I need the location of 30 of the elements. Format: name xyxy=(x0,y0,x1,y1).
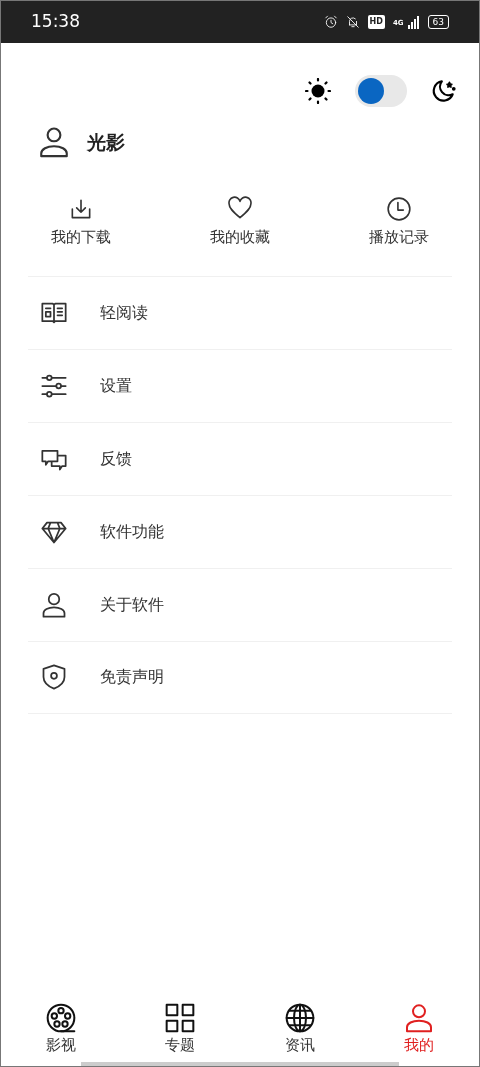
clock-icon xyxy=(385,196,412,222)
person-icon xyxy=(40,590,68,619)
grid-icon xyxy=(164,1001,197,1034)
alarm-icon xyxy=(323,15,338,29)
menu-item[interactable]: 轻阅读 xyxy=(28,275,452,349)
clock-time: 15:38 xyxy=(31,10,80,34)
sun-icon xyxy=(305,78,331,104)
menu-item[interactable]: 免责声明 xyxy=(28,640,452,714)
moon-icon xyxy=(431,78,457,104)
user-name: 光影 xyxy=(87,129,125,155)
film-reel-icon xyxy=(44,1001,77,1034)
globe-icon xyxy=(283,1001,316,1034)
quick-action-button[interactable]: 播放记录 xyxy=(319,195,479,250)
user-avatar-icon xyxy=(37,125,71,159)
nav-tab[interactable]: 我的 xyxy=(359,1001,479,1056)
quick-action-button[interactable]: 我的收藏 xyxy=(160,195,320,250)
muted-bell-icon xyxy=(345,15,360,29)
menu-item[interactable]: 设置 xyxy=(28,348,452,422)
theme-switch[interactable] xyxy=(355,75,407,107)
hd-badge: HD xyxy=(367,15,385,29)
menu-item[interactable]: 关于软件 xyxy=(28,567,452,641)
menu-item[interactable]: 反馈 xyxy=(28,421,452,495)
shield-icon xyxy=(40,663,68,691)
nav-tab[interactable]: 资讯 xyxy=(240,1001,360,1056)
quick-action-button[interactable]: 我的下载 xyxy=(1,195,161,250)
battery-level: 63 xyxy=(427,15,449,29)
signal-icon xyxy=(407,15,420,29)
nav-tab[interactable]: 影视 xyxy=(1,1001,121,1056)
nav-tab[interactable]: 专题 xyxy=(120,1001,240,1056)
menu-item[interactable]: 软件功能 xyxy=(28,494,452,568)
